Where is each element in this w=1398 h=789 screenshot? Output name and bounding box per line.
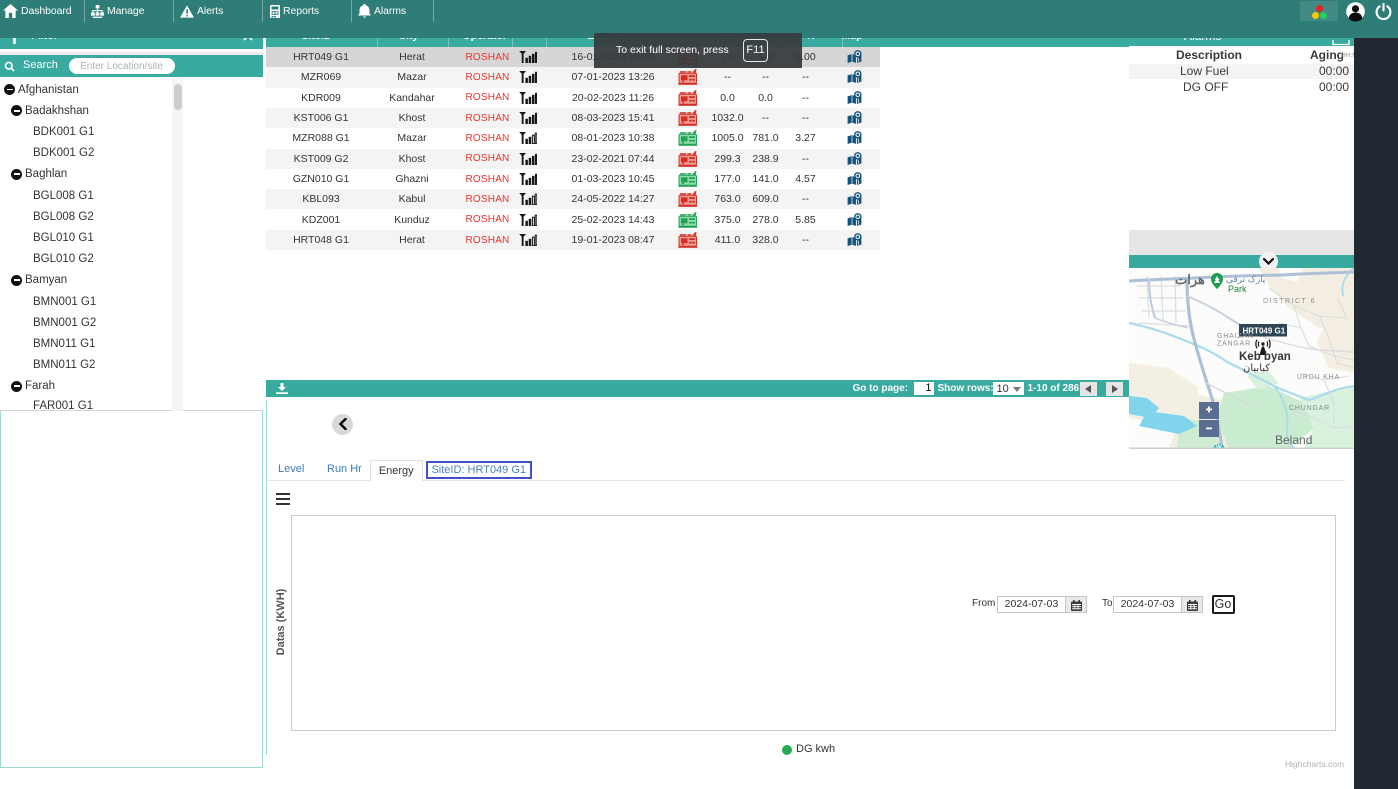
svg-text:CHUNGAR: CHUNGAR — [1289, 405, 1330, 412]
svg-text:كبابیان: كبابیان — [1243, 363, 1270, 374]
svg-text:DISTRICT 6: DISTRICT 6 — [1263, 298, 1316, 305]
svg-text:ZANGAR: ZANGAR — [1217, 341, 1251, 348]
svg-text:هرات: هرات — [1175, 272, 1205, 288]
svg-text:GHAIZAN: GHAIZAN — [1217, 333, 1254, 340]
svg-text:URDU KHA: URDU KHA — [1297, 374, 1340, 381]
svg-text:Beland: Beland — [1275, 433, 1312, 447]
svg-text:Keb byan: Keb byan — [1239, 351, 1291, 363]
svg-text:Park: Park — [1228, 284, 1247, 294]
